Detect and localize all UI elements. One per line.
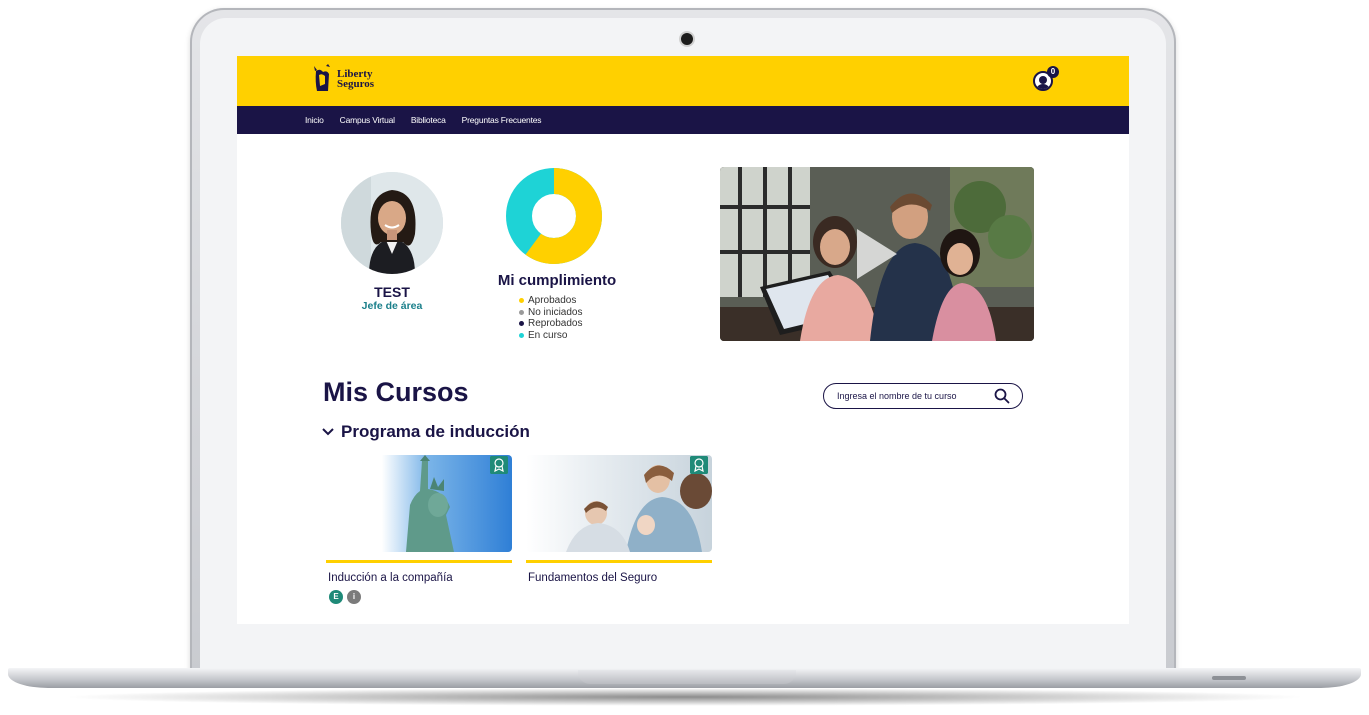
info-icon[interactable]: i	[347, 590, 361, 604]
liberty-logo[interactable]: Liberty Seguros	[311, 64, 374, 94]
course-progress-bar	[326, 560, 512, 563]
course-progress-bar	[526, 560, 712, 563]
search-input[interactable]	[837, 389, 987, 403]
search-icon[interactable]	[994, 388, 1010, 404]
compliance-legend: Aprobados No iniciados Reprobados En cur…	[519, 295, 582, 341]
course-card[interactable]: Fundamentos del Seguro	[526, 455, 712, 584]
course-card[interactable]: Inducción a la compañía E i	[326, 455, 512, 604]
award-icon	[690, 456, 708, 474]
profile-photo	[341, 172, 443, 274]
award-icon	[490, 456, 508, 474]
laptop-led	[1212, 676, 1246, 680]
play-icon[interactable]	[857, 229, 897, 279]
tag-e-badge[interactable]: E	[329, 590, 343, 604]
profile-name: TEST	[374, 284, 410, 300]
program-toggle[interactable]: Programa de inducción	[321, 422, 530, 442]
notification-badge: 0	[1047, 66, 1059, 78]
nav-item-preguntas-frecuentes[interactable]: Preguntas Frecuentes	[462, 115, 542, 125]
course-title: Inducción a la compañía	[328, 572, 453, 584]
app-screen: Liberty Seguros 0 Inicio Campus Virtual …	[237, 56, 1129, 624]
camera-icon	[681, 33, 693, 45]
legend-item-aprobados: Aprobados	[519, 295, 582, 307]
nav-item-biblioteca[interactable]: Biblioteca	[411, 115, 446, 125]
user-menu-button[interactable]: 0	[1033, 66, 1059, 91]
compliance-title: Mi cumplimiento	[497, 272, 617, 289]
program-title: Programa de inducción	[341, 422, 530, 441]
profile-role: Jefe de área	[361, 300, 423, 312]
laptop-shadow	[60, 688, 1310, 706]
avatar	[341, 172, 443, 274]
nav-item-inicio[interactable]: Inicio	[305, 115, 324, 125]
legend-item-no-iniciados: No iniciados	[519, 307, 582, 319]
course-tags: E i	[329, 590, 512, 604]
compliance-donut-chart	[506, 168, 602, 264]
legend-item-en-curso: En curso	[519, 330, 582, 342]
course-thumbnail	[526, 455, 712, 552]
course-title: Fundamentos del Seguro	[528, 572, 658, 584]
section-title-mis-cursos: Mis Cursos	[323, 377, 469, 407]
intro-video[interactable]	[720, 167, 1034, 341]
statue-of-liberty-icon	[314, 64, 330, 91]
chevron-down-icon	[322, 428, 334, 436]
course-thumbnail	[326, 455, 512, 552]
top-bar: Liberty Seguros 0	[237, 56, 1129, 106]
nav-item-campus-virtual[interactable]: Campus Virtual	[340, 115, 395, 125]
logo-line-2: Seguros	[337, 78, 375, 90]
course-search	[823, 383, 1023, 409]
legend-item-reprobados: Reprobados	[519, 318, 582, 330]
laptop-hinge	[578, 670, 796, 684]
main-nav: Inicio Campus Virtual Biblioteca Pregunt…	[237, 106, 1129, 134]
